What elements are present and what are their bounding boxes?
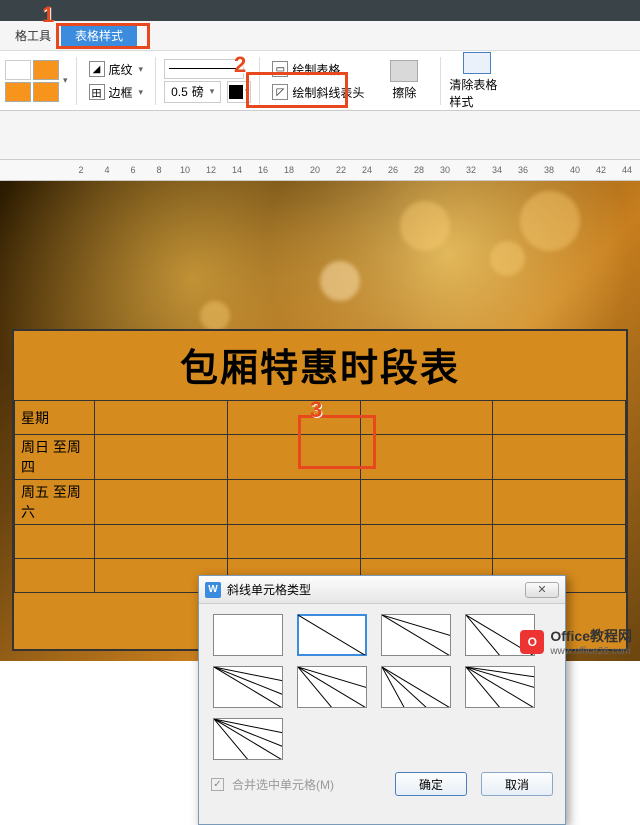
table-cell[interactable]	[360, 435, 493, 480]
draw-table-button[interactable]: ▭ 绘制表格	[268, 59, 368, 80]
shading-label: 底纹	[109, 61, 133, 78]
table-cell[interactable]	[360, 480, 493, 525]
pattern-grid	[213, 614, 551, 760]
chevron-down-icon: ▾	[245, 86, 250, 97]
ok-button[interactable]: 确定	[395, 772, 467, 796]
document-title: 包厢特惠时段表	[14, 331, 626, 400]
clear-style-button[interactable]: 清除表格样式	[449, 52, 505, 110]
table-cell[interactable]	[360, 401, 493, 435]
table-cell[interactable]	[95, 401, 228, 435]
table-cell[interactable]	[227, 525, 360, 559]
table-cell[interactable]	[95, 525, 228, 559]
line-style-selector[interactable]	[164, 59, 244, 79]
pattern-diag-5[interactable]	[297, 666, 367, 708]
ribbon: ▾ ◢ 底纹 ▾ 田 边框 ▾ 0.5 磅 ▾ ▾	[0, 51, 640, 111]
watermark-icon: O	[520, 630, 544, 654]
app-icon: W	[205, 582, 221, 598]
watermark-url: www.office26.com	[550, 646, 632, 657]
table-cell[interactable]	[493, 525, 626, 559]
table-cell[interactable]	[95, 480, 228, 525]
table-style-gallery[interactable]: ▾	[5, 60, 68, 102]
weight-unit: 磅	[192, 83, 204, 100]
pattern-diag-6[interactable]	[381, 666, 451, 708]
table-cell[interactable]	[227, 480, 360, 525]
tab-table-style[interactable]: 表格样式	[61, 23, 137, 48]
shading-button[interactable]: ◢ 底纹 ▾	[85, 59, 148, 80]
draw-diagonal-button[interactable]: ◸ 绘制斜线表头	[268, 82, 368, 103]
chevron-down-icon: ▾	[63, 75, 68, 86]
chevron-down-icon: ▾	[210, 86, 215, 97]
chevron-down-icon: ▾	[139, 64, 144, 75]
border-label: 边框	[109, 84, 133, 101]
tab-bar: 格工具 表格样式	[0, 21, 640, 51]
table-cell[interactable]	[227, 401, 360, 435]
cancel-button[interactable]: 取消	[481, 772, 553, 796]
watermark-brand: Office教程网	[550, 628, 632, 644]
draw-table-label: 绘制表格	[292, 61, 340, 78]
pen-color-button[interactable]: ▾	[227, 81, 251, 103]
pattern-diag-2[interactable]	[381, 614, 451, 656]
dialog-title: 斜线单元格类型	[227, 581, 311, 598]
callout-number-3: 3	[310, 397, 322, 423]
data-table[interactable]: 星期周日 至周四周五 至周六	[14, 400, 626, 593]
callout-number-1: 1	[42, 2, 54, 28]
pattern-diag-8[interactable]	[213, 718, 283, 760]
horizontal-ruler[interactable]: 2468101214161820222426283032343638404244	[0, 159, 640, 181]
pen-color-swatch	[229, 85, 243, 99]
close-button[interactable]: ✕	[525, 582, 559, 598]
pencil-icon: ▭	[272, 61, 288, 77]
table-cell[interactable]	[15, 525, 95, 559]
pattern-diag-1[interactable]	[297, 614, 367, 656]
callout-number-2: 2	[234, 52, 246, 78]
table-cell[interactable]	[493, 435, 626, 480]
clear-style-label: 清除表格样式	[449, 76, 505, 110]
pattern-diag-4[interactable]	[213, 666, 283, 708]
table-cell[interactable]: 周日 至周四	[15, 435, 95, 480]
table-cell[interactable]: 周五 至周六	[15, 480, 95, 525]
weight-value: 0.5	[171, 85, 188, 99]
border-button[interactable]: 田 边框 ▾	[85, 82, 148, 103]
table-cell[interactable]	[227, 435, 360, 480]
draw-diagonal-label: 绘制斜线表头	[292, 84, 364, 101]
erase-label: 擦除	[392, 84, 416, 101]
erase-button[interactable]: 擦除	[376, 60, 432, 101]
pattern-diag-7[interactable]	[465, 666, 535, 708]
diagonal-icon: ◸	[272, 84, 288, 100]
merge-checkbox[interactable]: ✓	[211, 778, 224, 791]
paint-bucket-icon: ◢	[89, 61, 105, 77]
table-cell[interactable]	[493, 401, 626, 435]
line-weight-selector[interactable]: 0.5 磅 ▾	[164, 81, 221, 103]
chevron-down-icon: ▾	[139, 87, 144, 98]
pattern-none[interactable]	[213, 614, 283, 656]
table-cell[interactable]: 星期	[15, 401, 95, 435]
eraser-icon	[390, 60, 418, 82]
border-icon: 田	[89, 84, 105, 100]
table-cell[interactable]	[15, 559, 95, 593]
table-cell[interactable]	[493, 480, 626, 525]
table-cell[interactable]	[95, 435, 228, 480]
table-cell[interactable]	[360, 525, 493, 559]
clear-style-icon	[463, 52, 491, 74]
merge-label: 合并选中单元格(M)	[232, 776, 334, 793]
diagonal-cell-dialog: W 斜线单元格类型 ✕ ✓ 合并选中单元格(M) 确定 取消	[198, 575, 566, 825]
watermark: O Office教程网 www.office26.com	[520, 626, 632, 657]
